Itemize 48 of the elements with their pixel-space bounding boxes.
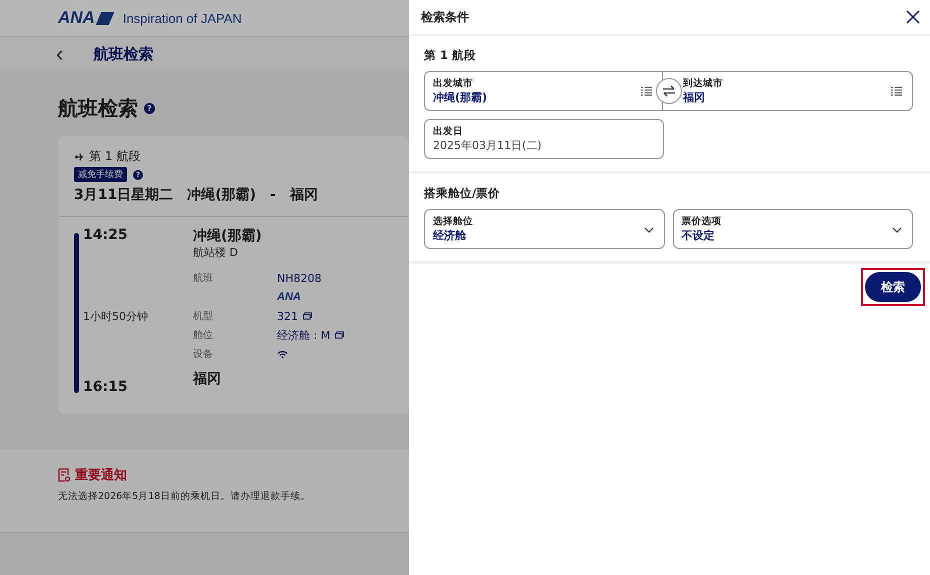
notice-text: 无法选择2026年5月18日前的乘机日。请办理退款手续。 — [58, 490, 312, 503]
detail-label: 航班 — [193, 273, 213, 284]
ana-logo[interactable]: ANA — [58, 8, 115, 28]
swap-icon — [662, 85, 676, 97]
drawer-title: 检索条件 — [421, 8, 469, 26]
arrival-city: 福冈 — [193, 370, 222, 388]
notice-icon — [58, 468, 70, 482]
arrival-city-field[interactable]: 到达城市 福冈 — [662, 71, 913, 111]
section-title: 搭乘舱位/票价 — [424, 186, 502, 201]
flight-number: NH8208 — [277, 272, 322, 284]
flight-duration: 1小时50分钟 — [83, 309, 149, 324]
departure-city: 冲绳(那霸) — [193, 227, 263, 245]
page-title: 航班检索 — [93, 44, 154, 64]
chevron-icon — [892, 227, 902, 233]
fee-badge: 减免手续费 — [74, 167, 127, 182]
popup-icon[interactable] — [303, 312, 312, 320]
swap-button[interactable] — [656, 78, 682, 104]
popup-icon[interactable] — [335, 331, 344, 339]
dim-overlay[interactable] — [0, 0, 409, 575]
departure-city-field[interactable]: 出发城市 冲绳(那霸) — [424, 71, 662, 111]
section-title: 第 1 航段 — [424, 48, 478, 63]
detail-label: 舱位 — [193, 330, 213, 341]
detail-value[interactable]: 321 — [277, 310, 298, 322]
chevron-icon — [644, 227, 654, 233]
terminal: 航站楼 D — [193, 245, 239, 260]
list-icon[interactable] — [641, 86, 652, 96]
select-field[interactable]: 选择舱位 经济舱 — [424, 209, 664, 249]
detail-label: 机型 — [193, 311, 213, 322]
arrival-time: 16:15 — [83, 379, 129, 395]
detail-label: 设备 — [193, 349, 213, 360]
tagline: Inspiration of JAPAN — [122, 10, 242, 26]
close-button[interactable] — [906, 10, 920, 24]
back-button[interactable]: ‹ — [52, 43, 68, 65]
segment-label: 第 1 航段 — [89, 148, 140, 165]
route-summary: 3月11日星期二 冲绳(那霸) - 福冈 — [74, 186, 319, 204]
wifi-icon — [277, 350, 288, 358]
heading: 航班检索 — [58, 95, 138, 122]
close-icon — [906, 10, 920, 24]
search-button[interactable]: 检索 — [865, 272, 921, 302]
departure-time: 14:25 — [83, 227, 129, 243]
list-icon[interactable] — [891, 86, 902, 96]
notice-title: 重要通知 — [75, 466, 127, 484]
select-field[interactable]: 票价选项 不设定 — [672, 209, 913, 249]
detail-value[interactable]: 经济舱 : M — [277, 328, 330, 342]
plane-icon — [74, 152, 84, 162]
airline-logo: ANA — [277, 291, 301, 303]
help-icon[interactable]: ? — [144, 103, 155, 114]
date-field[interactable]: 出发日 2025年03月11日(二) — [424, 119, 664, 159]
